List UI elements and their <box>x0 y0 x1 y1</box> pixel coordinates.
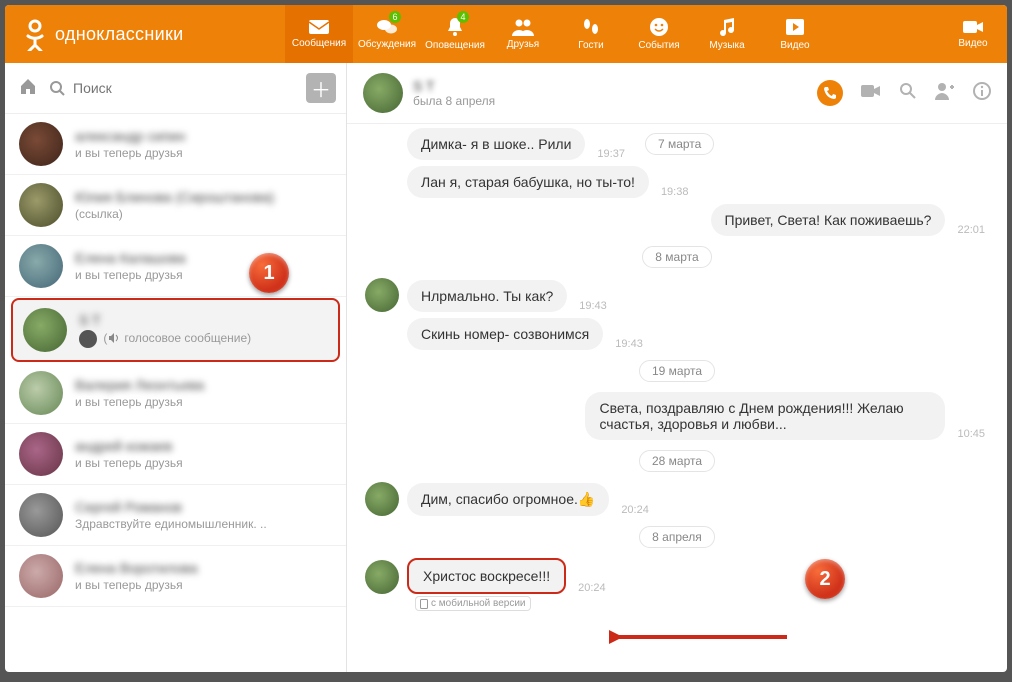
message-left[interactable]: Скинь номер- созвонимся 19:43 <box>407 318 989 350</box>
nav-guests[interactable]: Гости <box>557 5 625 63</box>
date-separator: 7 марта <box>645 133 714 155</box>
chat-pane: S T была 8 апреля Димка- я в шоке.. Рили… <box>347 63 1007 672</box>
nav-messages[interactable]: Сообщения <box>285 5 353 63</box>
footprints-icon <box>581 17 601 37</box>
thumbs-up-icon: 👍 <box>578 491 595 508</box>
message-right[interactable]: Привет, Света! Как поживаешь? 22:01 <box>365 204 989 236</box>
play-square-icon <box>785 17 805 37</box>
date-separator: 8 апреля <box>639 526 715 548</box>
speaker-icon <box>107 331 121 348</box>
avatar <box>23 308 67 352</box>
chat-avatar[interactable] <box>363 73 403 113</box>
avatar <box>19 371 63 415</box>
brand-text: одноклассники <box>55 24 184 45</box>
nav-video-play[interactable]: Видео <box>761 5 829 63</box>
message-right[interactable]: Света, поздравляю с Днем рождения!!! Жел… <box>365 392 989 440</box>
smile-icon <box>649 17 669 37</box>
nav-music[interactable]: Музыка <box>693 5 761 63</box>
msg-avatar <box>365 278 399 312</box>
message-left[interactable]: Лан я, старая бабушка, но ты-то! 19:38 <box>407 166 989 198</box>
search-in-chat-button[interactable] <box>899 82 917 105</box>
message-left[interactable]: Димка- я в шоке.. Рили 19:37 7 марта <box>407 128 989 160</box>
music-note-icon <box>718 17 736 37</box>
avatar <box>19 183 63 227</box>
top-nav: одноклассники Сообщения 6 Обсуждения 4 О… <box>5 5 1007 63</box>
contact-item-active[interactable]: S T (голосовое сообщение) <box>11 298 340 362</box>
chat-status: была 8 апреля <box>413 94 495 108</box>
home-icon[interactable] <box>19 77 37 100</box>
nav-notifications[interactable]: 4 Оповещения <box>421 5 489 63</box>
contact-item[interactable]: андрей кожаеви вы теперь друзья <box>5 424 346 485</box>
message-left[interactable]: Нлрмально. Ты как? 19:43 <box>365 278 989 312</box>
avatar <box>19 122 63 166</box>
add-person-button[interactable] <box>935 82 955 105</box>
search-input[interactable] <box>49 80 306 96</box>
chat-header: S T была 8 апреля <box>347 63 1007 124</box>
info-button[interactable] <box>973 82 991 105</box>
video-call-button[interactable] <box>861 84 881 103</box>
avatar <box>19 493 63 537</box>
avatar <box>19 244 63 288</box>
message-left-highlighted[interactable]: Христос воскресе!!! 20:24 <box>365 558 989 594</box>
date-separator: 8 марта <box>642 246 711 268</box>
nav-friends[interactable]: Друзья <box>489 5 557 63</box>
ok-logo-icon <box>23 17 47 51</box>
logo[interactable]: одноклассники <box>5 17 285 51</box>
camera-icon <box>962 19 984 35</box>
contact-item[interactable]: Елена Калашоваи вы теперь друзья <box>5 236 346 297</box>
avatar <box>19 432 63 476</box>
sidebar: ＋ александр сипини вы теперь друзья Юлия… <box>5 63 347 672</box>
contact-item[interactable]: Елена Воротиловаи вы теперь друзья <box>5 546 346 607</box>
avatar <box>19 554 63 598</box>
contact-item[interactable]: Юлия Блинова (Сироштанова)(ссылка) <box>5 175 346 236</box>
msg-avatar <box>365 482 399 516</box>
date-separator: 19 марта <box>639 360 715 382</box>
msg-avatar <box>365 560 399 594</box>
nav-items: Сообщения 6 Обсуждения 4 Оповещения Друз… <box>285 5 1007 63</box>
mini-avatar <box>79 330 97 348</box>
voice-call-button[interactable] <box>817 80 843 106</box>
message-left[interactable]: Дим, спасибо огромное.👍 20:24 <box>365 482 989 516</box>
date-separator: 28 марта <box>639 450 715 472</box>
nav-events[interactable]: События <box>625 5 693 63</box>
contact-item[interactable]: александр сипини вы теперь друзья <box>5 114 346 175</box>
envelope-icon <box>308 19 330 35</box>
contact-item[interactable]: Валерия Леонтьеваи вы теперь друзья <box>5 363 346 424</box>
people-icon <box>512 18 534 36</box>
nav-video-cam[interactable]: Видео <box>939 5 1007 63</box>
nav-discussions[interactable]: 6 Обсуждения <box>353 5 421 63</box>
contact-item[interactable]: Сергей РомановЗдравствуйте единомышленни… <box>5 485 346 546</box>
new-chat-button[interactable]: ＋ <box>306 73 336 103</box>
search-icon <box>49 80 65 96</box>
mobile-source-tag: с мобильной версии <box>415 596 531 611</box>
chat-contact-name[interactable]: S T <box>413 78 495 94</box>
